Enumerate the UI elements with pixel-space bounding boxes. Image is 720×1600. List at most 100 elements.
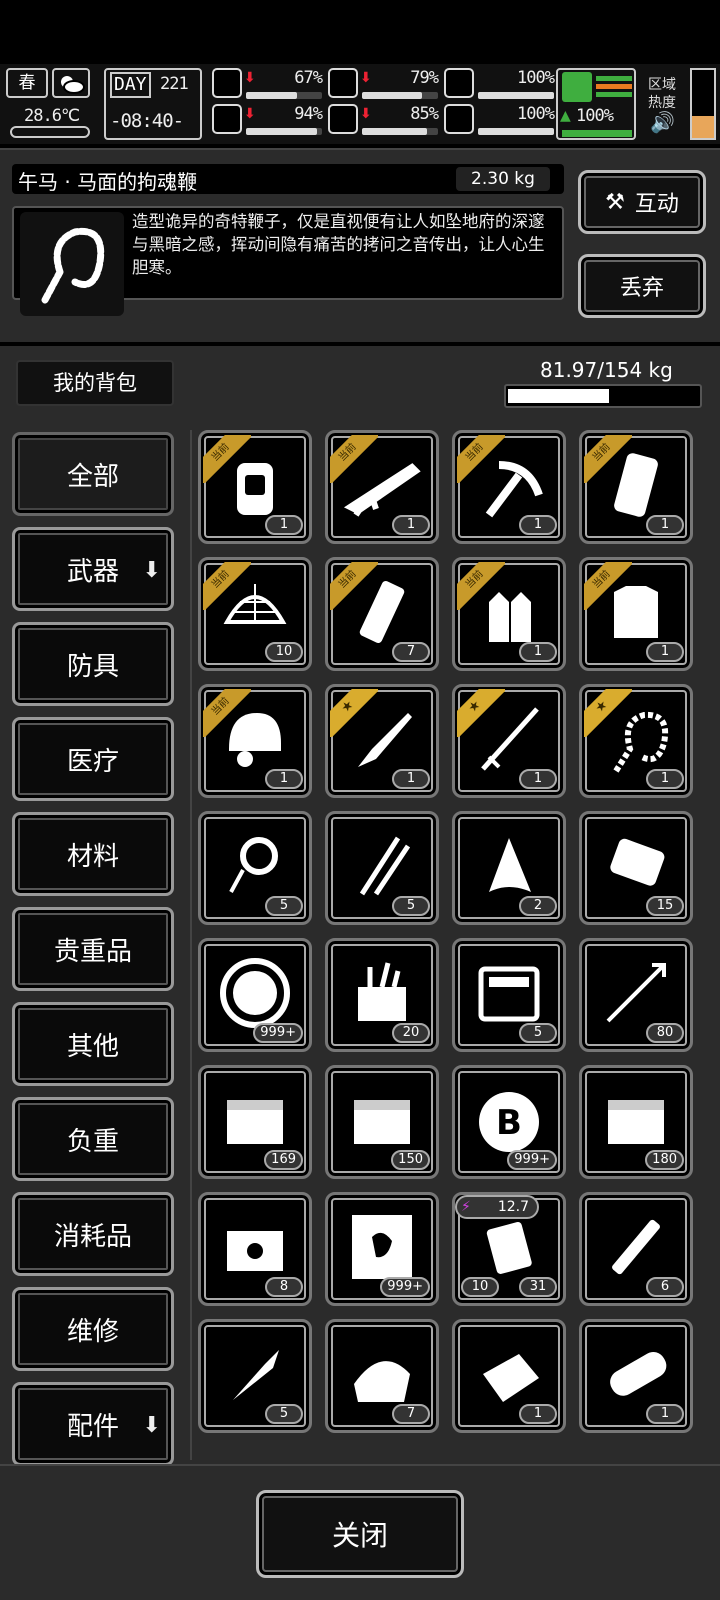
- category-label: 防具: [66, 651, 119, 682]
- item-description-box: 造型诡异的奇特鞭子，仅是直视便有让人如坠地府的深邃与黑暗之感，挥动间隐有痛苦的拷…: [12, 206, 564, 316]
- inventory-slot[interactable]: 6: [579, 1192, 693, 1306]
- stat-value: 100%: [517, 104, 555, 124]
- item-count: 1: [519, 515, 557, 535]
- inventory-slot[interactable]: 1: [579, 1319, 693, 1433]
- svg-text:B: B: [496, 1103, 522, 1143]
- category-tab[interactable]: 维修: [12, 1287, 174, 1371]
- item-count-secondary: 31: [519, 1277, 557, 1297]
- cloth-scrap-icon: [489, 838, 531, 892]
- inventory-slot[interactable]: ⚡ 12.7 10 31: [452, 1192, 566, 1306]
- equipped-badge: 当前: [330, 435, 378, 483]
- inventory-slot[interactable]: 180: [579, 1065, 693, 1179]
- season-label: 春: [6, 68, 48, 98]
- category-tab[interactable]: 材料: [12, 812, 174, 896]
- stat-health: ⬇ 67%: [212, 68, 324, 102]
- zone-heat-label: 区域: [648, 77, 676, 93]
- category-label: 维修: [66, 1316, 119, 1347]
- tool-token-icon: [220, 958, 290, 1028]
- stat-mood: ⬇ 94%: [212, 104, 324, 138]
- decrease-arrow-icon: ⬇: [244, 106, 256, 122]
- stat-value: 94%: [294, 104, 323, 124]
- clock-time: -08:40-: [110, 110, 184, 132]
- category-label: 材料: [66, 841, 119, 872]
- hunger-icon: [328, 68, 358, 98]
- category-label: 贵重品: [53, 936, 132, 967]
- weather-panel: 春 28.6℃: [6, 68, 90, 140]
- item-count: 1: [265, 515, 303, 535]
- inventory-slot[interactable]: 5: [452, 938, 566, 1052]
- inventory-slot[interactable]: 当前 1: [198, 684, 312, 798]
- inventory-slot[interactable]: 5: [325, 811, 439, 925]
- inventory-slot[interactable]: 5: [198, 1319, 312, 1433]
- inventory-slot[interactable]: 80: [579, 938, 693, 1052]
- backpack-title: 我的背包: [16, 360, 174, 406]
- item-count: 169: [264, 1150, 303, 1170]
- item-count: 7: [392, 1404, 430, 1424]
- category-tab[interactable]: 防具: [12, 622, 174, 706]
- discard-button[interactable]: 丢弃: [578, 254, 706, 318]
- spearhead-icon: [233, 1350, 279, 1400]
- inventory-slot[interactable]: 当前 1: [452, 430, 566, 544]
- inventory-slot[interactable]: 7: [325, 1319, 439, 1433]
- boot-icon: [562, 72, 592, 102]
- inventory-slot[interactable]: 8: [198, 1192, 312, 1306]
- inventory-slot[interactable]: 999+: [198, 938, 312, 1052]
- inventory-slot[interactable]: 当前 10: [198, 557, 312, 671]
- category-tab[interactable]: 消耗品: [12, 1192, 174, 1276]
- category-tab[interactable]: 医疗: [12, 717, 174, 801]
- inventory-slot[interactable]: 当前 1: [579, 557, 693, 671]
- inventory-slot[interactable]: B 999+: [452, 1065, 566, 1179]
- item-count: 15: [646, 896, 684, 916]
- equipped-badge: 当前: [457, 562, 505, 610]
- inventory-slot[interactable]: 2: [452, 811, 566, 925]
- item-count: 1: [646, 515, 684, 535]
- item-count: 10: [265, 642, 303, 662]
- item-count: 7: [392, 642, 430, 662]
- category-label: 武器: [66, 556, 119, 587]
- category-tab[interactable]: 其他: [12, 1002, 174, 1086]
- item-count: 1: [646, 769, 684, 789]
- inventory-slot[interactable]: 999+: [325, 1192, 439, 1306]
- thirst-icon: [328, 104, 358, 134]
- stat-value: 100%: [517, 68, 555, 88]
- decrease-arrow-icon: ⬇: [360, 70, 372, 86]
- inventory-slot[interactable]: ★ 1: [325, 684, 439, 798]
- charge-badge: ⚡ 12.7: [455, 1195, 539, 1219]
- inventory-slot[interactable]: 5: [198, 811, 312, 925]
- item-weight: 2.30 kg: [456, 167, 550, 191]
- stamina-icon: [444, 68, 474, 98]
- inventory-slot[interactable]: 当前 1: [198, 430, 312, 544]
- toolbox-icon: [358, 962, 406, 1021]
- favorite-star-icon: ★: [457, 689, 505, 737]
- inventory-slot[interactable]: 当前 1: [452, 557, 566, 671]
- item-count: 999+: [253, 1023, 303, 1043]
- inventory-slot[interactable]: 1: [452, 1319, 566, 1433]
- category-tab[interactable]: 负重: [12, 1097, 174, 1181]
- category-tab[interactable]: 配件 ⬇: [12, 1382, 174, 1466]
- inventory-slot[interactable]: 169: [198, 1065, 312, 1179]
- inventory-slot[interactable]: 150: [325, 1065, 439, 1179]
- category-tab[interactable]: 武器 ⬇: [12, 527, 174, 611]
- decrease-arrow-icon: ⬇: [244, 70, 256, 86]
- item-count: 5: [519, 1023, 557, 1043]
- inventory-slot[interactable]: ★ 1: [579, 684, 693, 798]
- close-button[interactable]: 关闭: [256, 1490, 464, 1578]
- inventory-slot[interactable]: ★ 1: [452, 684, 566, 798]
- crate-iii-icon: [608, 1100, 664, 1144]
- interact-button[interactable]: ⚒ 互动: [578, 170, 706, 234]
- speaker-icon[interactable]: 🔊: [650, 110, 675, 134]
- inventory-slot[interactable]: 20: [325, 938, 439, 1052]
- inventory-slot[interactable]: 当前 1: [325, 430, 439, 544]
- item-count: 1: [519, 769, 557, 789]
- temperature-value: 28.6℃: [24, 106, 80, 126]
- item-count: 1: [646, 1404, 684, 1424]
- category-tab[interactable]: 全部: [12, 432, 174, 516]
- inventory-slot[interactable]: 15: [579, 811, 693, 925]
- speed-up-arrow: ▲: [560, 108, 571, 124]
- inventory-slot[interactable]: 当前 1: [579, 430, 693, 544]
- stat-hunger: ⬇ 79%: [328, 68, 440, 102]
- inventory-slot[interactable]: 当前 7: [325, 557, 439, 671]
- inventory-area: 全部 武器 ⬇ 防具 医疗 材料 贵重品 其他 负重 消耗品 维修 配件 ⬇ 当前 1 当前 1 当前 1 当前 1 当…: [0, 426, 720, 1466]
- category-tab[interactable]: 贵重品: [12, 907, 174, 991]
- item-count: 6: [646, 1277, 684, 1297]
